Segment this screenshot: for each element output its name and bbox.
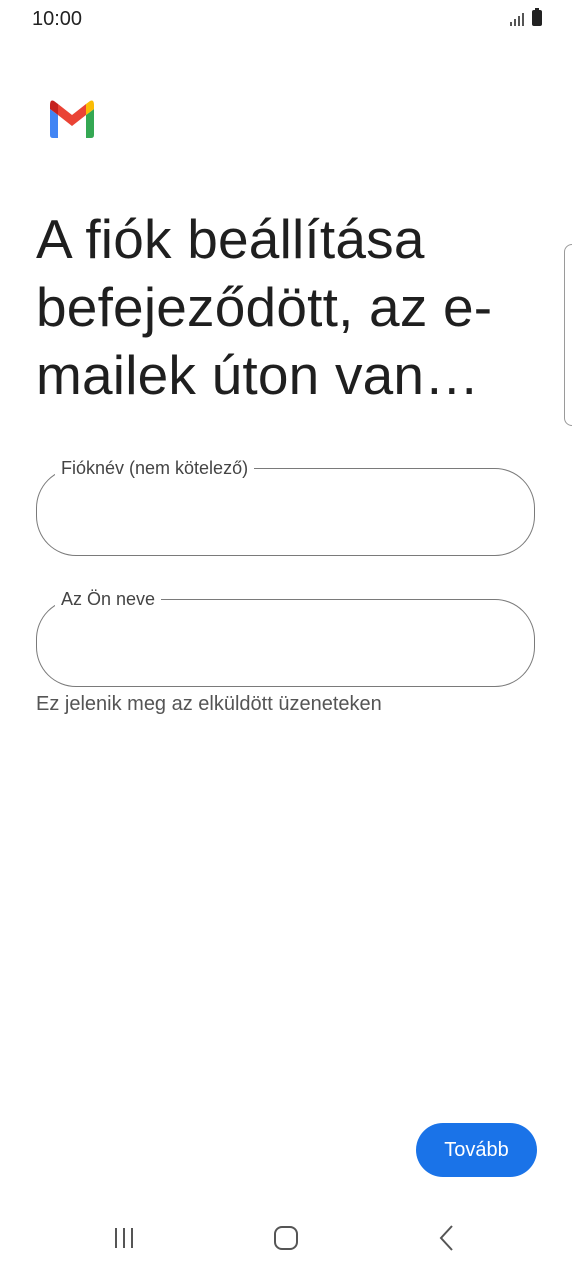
your-name-input[interactable] [63,626,508,664]
back-button[interactable] [427,1223,467,1253]
your-name-label: Az Ön neve [55,588,162,610]
status-time: 10:00 [32,8,83,30]
recents-icon [115,1228,133,1248]
next-button[interactable]: Tovább [416,1123,537,1177]
status-bar: 10:00 [0,0,572,40]
account-name-label: Fióknév (nem kötelező) [55,457,255,479]
your-name-helper-text: Ez jelenik meg az elküldött üzeneteken [36,693,382,715]
signal-icon [510,10,526,26]
navigation-bar [0,1205,572,1275]
recents-button[interactable] [106,1223,146,1253]
gmail-logo [50,100,94,138]
home-button[interactable] [266,1223,306,1253]
battery-icon [532,8,542,26]
status-icons [510,8,542,26]
back-icon [439,1225,453,1251]
your-name-field[interactable]: Az Ön neve [36,588,535,687]
account-name-input[interactable] [63,495,508,533]
account-name-field[interactable]: Fióknév (nem kötelező) [36,457,535,556]
edge-panel-handle[interactable] [564,244,572,426]
page-title: A fiók beállítása befejeződött, az e-mai… [36,208,493,406]
home-icon [274,1226,298,1250]
